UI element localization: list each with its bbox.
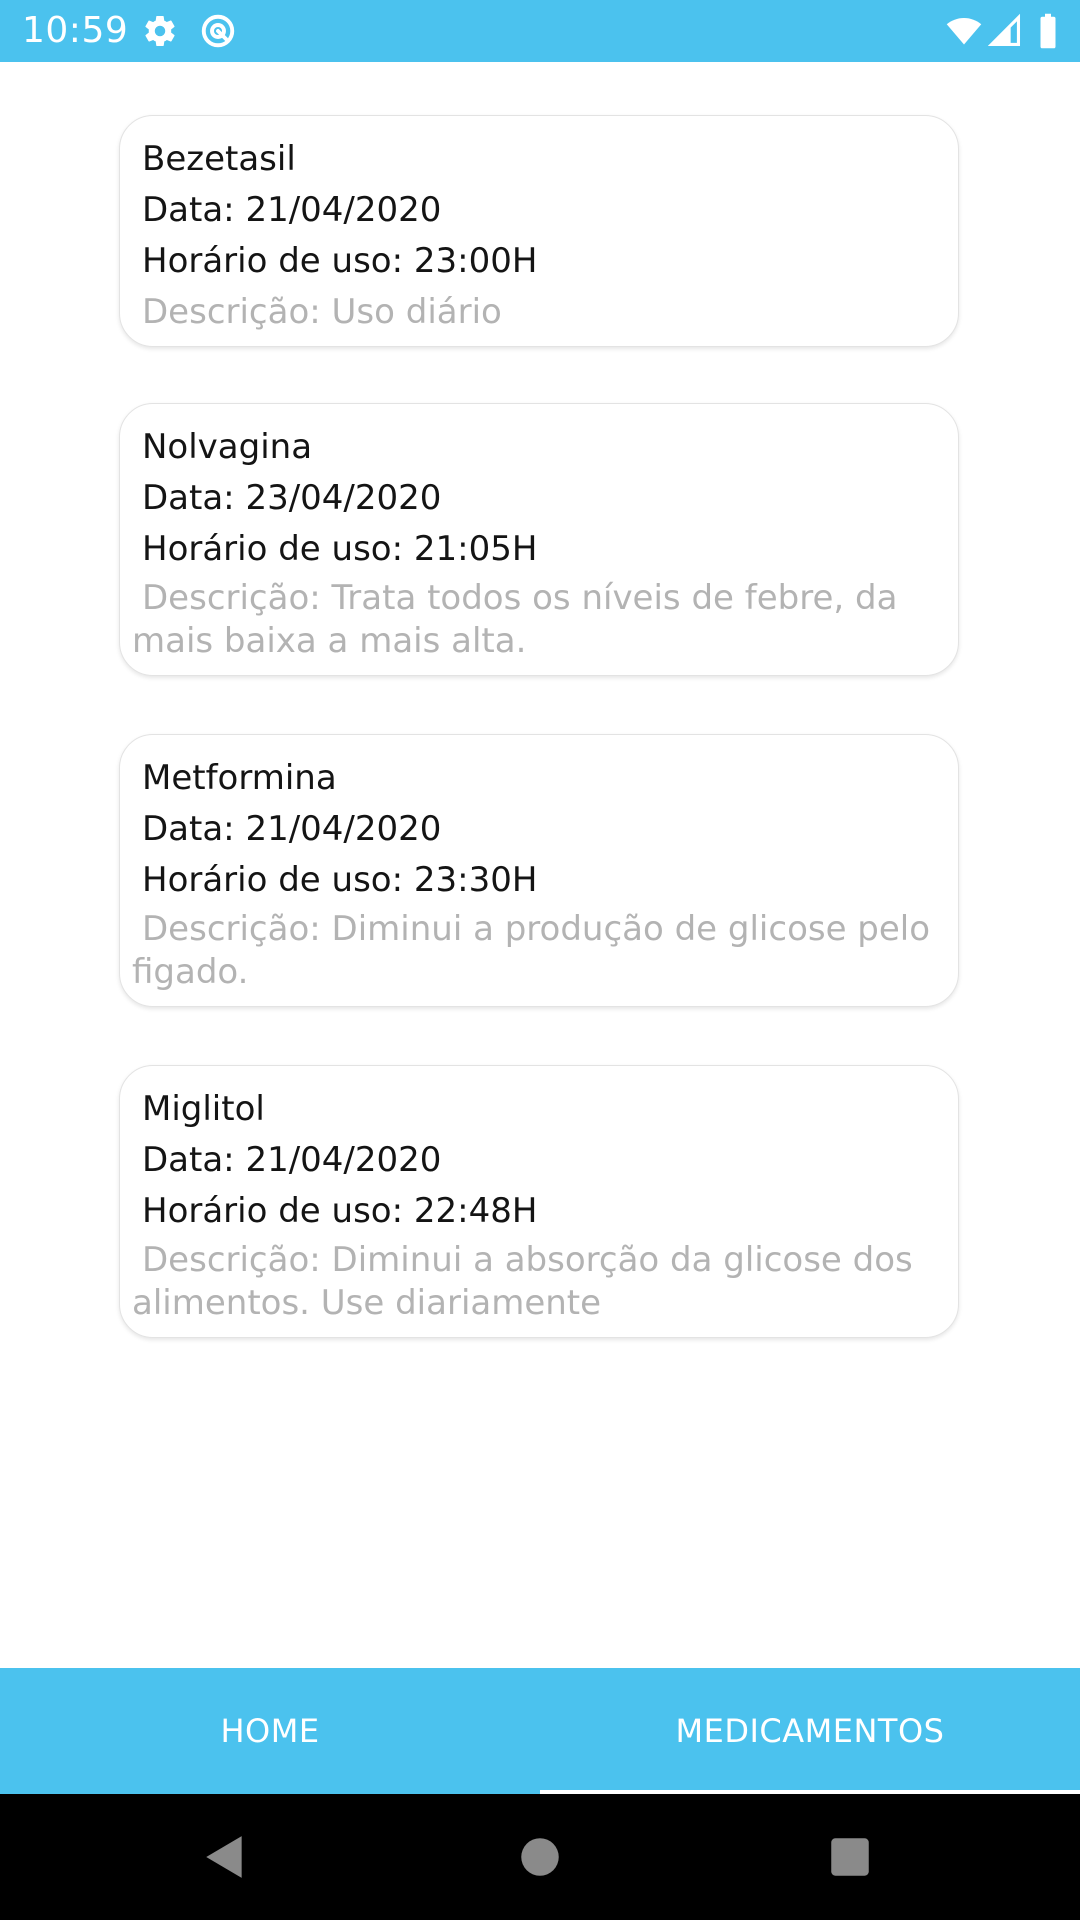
medication-description: Descrição: Trata todos os níveis de febr… — [132, 578, 898, 661]
medication-card[interactable]: Bezetasil Data: 21/04/2020 Horário de us… — [119, 115, 959, 347]
cell-signal-icon — [988, 13, 1022, 49]
medication-name: Nolvagina — [142, 427, 313, 467]
medication-date: Data: 21/04/2020 — [142, 809, 442, 849]
medication-description: Descrição: Diminui a produção de glicose… — [132, 909, 931, 992]
home-icon[interactable] — [515, 1832, 565, 1882]
gear-icon — [142, 13, 178, 49]
recents-icon[interactable] — [825, 1832, 875, 1882]
medication-description: Descrição: Uso diário — [142, 292, 502, 332]
screen: 10:59 Bezetasil Data: 21/04/2020 Horário… — [0, 0, 1080, 1920]
medication-time: Horário de uso: 22:48H — [142, 1191, 538, 1231]
medication-time: Horário de uso: 23:30H — [142, 860, 538, 900]
medication-time: Horário de uso: 23:00H — [142, 241, 538, 281]
medication-date: Data: 21/04/2020 — [142, 190, 442, 230]
medication-date: Data: 23/04/2020 — [142, 478, 442, 518]
status-time: 10:59 — [22, 10, 129, 51]
medication-card[interactable]: Miglitol Data: 21/04/2020 Horário de uso… — [119, 1065, 959, 1338]
tab-home-label: HOME — [220, 1712, 320, 1750]
back-icon[interactable] — [200, 1832, 250, 1882]
tab-medicamentos[interactable]: MEDICAMENTOS — [540, 1668, 1080, 1794]
bottom-tab-bar: HOME MEDICAMENTOS — [0, 1668, 1080, 1794]
battery-icon — [1036, 13, 1060, 49]
tab-medicamentos-label: MEDICAMENTOS — [675, 1712, 945, 1750]
medication-card[interactable]: Metformina Data: 21/04/2020 Horário de u… — [119, 734, 959, 1007]
medication-list: Bezetasil Data: 21/04/2020 Horário de us… — [0, 62, 1080, 1668]
medication-name: Miglitol — [142, 1089, 265, 1129]
medication-description: Descrição: Diminui a absorção da glicose… — [132, 1240, 913, 1323]
medication-card[interactable]: Nolvagina Data: 23/04/2020 Horário de us… — [119, 403, 959, 676]
medication-name: Bezetasil — [142, 139, 296, 179]
status-bar: 10:59 — [0, 0, 1080, 62]
at-sign-icon — [200, 13, 236, 49]
medication-date: Data: 21/04/2020 — [142, 1140, 442, 1180]
tab-home[interactable]: HOME — [0, 1668, 540, 1794]
medication-time: Horário de uso: 21:05H — [142, 529, 538, 569]
medication-name: Metformina — [142, 758, 337, 798]
wifi-icon — [944, 13, 984, 49]
navigation-bar — [0, 1794, 1080, 1920]
